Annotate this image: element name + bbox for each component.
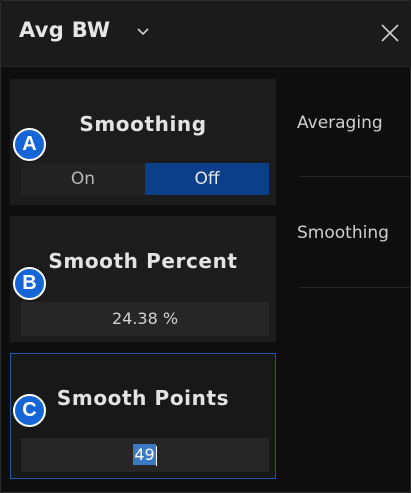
- smoothing-card: Smoothing On Off: [10, 79, 276, 205]
- panel-title[interactable]: Avg BW: [19, 18, 110, 42]
- side-menu-item-averaging[interactable]: Averaging: [297, 113, 383, 133]
- side-menu-divider: [299, 287, 411, 288]
- annotation-marker-c: C: [13, 394, 46, 427]
- smooth-points-field[interactable]: 49: [21, 438, 269, 472]
- annotation-marker-a: A: [13, 128, 46, 161]
- close-icon[interactable]: [379, 22, 401, 44]
- smooth-percent-card: Smooth Percent 24.38 %: [10, 216, 276, 342]
- panel-header: Avg BW: [1, 1, 411, 67]
- smoothing-on-option[interactable]: On: [21, 163, 145, 195]
- smoothing-off-option[interactable]: Off: [145, 163, 269, 195]
- side-menu-item-smoothing[interactable]: Smoothing: [297, 223, 389, 243]
- smoothing-toggle[interactable]: On Off: [21, 163, 269, 195]
- smooth-points-title: Smooth Points: [56, 386, 230, 410]
- chevron-down-icon[interactable]: [136, 26, 150, 36]
- annotation-marker-b: B: [13, 267, 46, 300]
- smooth-points-card: Smooth Points 49: [10, 353, 276, 479]
- side-menu-divider: [299, 176, 411, 177]
- text-caret: [155, 445, 157, 466]
- smooth-percent-field[interactable]: 24.38 %: [21, 302, 269, 336]
- avg-bw-panel: Avg BW Smoothing On Off Smooth Percent 2…: [0, 0, 411, 493]
- smooth-points-value: 49: [133, 444, 156, 465]
- smoothing-title: Smoothing: [79, 112, 207, 136]
- smooth-percent-title: Smooth Percent: [48, 249, 238, 273]
